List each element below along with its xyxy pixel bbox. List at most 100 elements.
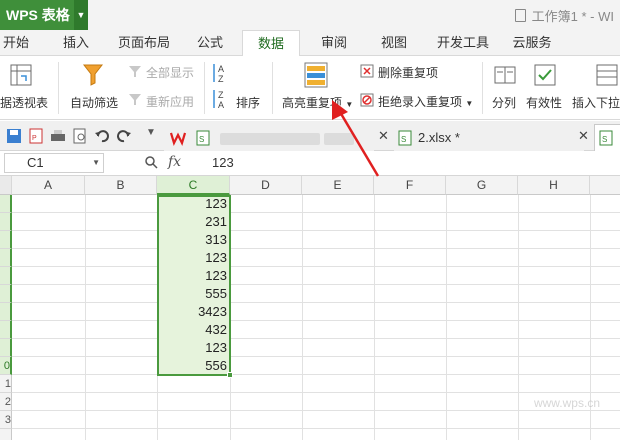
column-header-c[interactable]: C [157, 176, 230, 195]
save-icon[interactable] [6, 128, 22, 144]
row-header[interactable] [0, 285, 12, 303]
redo-icon[interactable] [116, 128, 132, 144]
undo-icon[interactable] [94, 128, 110, 144]
sort-button[interactable]: 排序 [236, 94, 260, 111]
row-header[interactable] [0, 213, 12, 231]
cell-c[interactable]: 123 [158, 195, 230, 213]
app-menu-button[interactable]: WPS 表格 ▼ [0, 0, 88, 30]
split-button[interactable]: 分列 [492, 94, 516, 111]
remove-duplicates-icon [360, 64, 374, 78]
row-header[interactable] [0, 321, 12, 339]
column-header-h[interactable]: H [518, 176, 590, 195]
formula-input[interactable]: 123 [212, 155, 234, 170]
autofilter-button[interactable]: 自动筛选 [70, 94, 118, 111]
print-icon[interactable] [50, 128, 66, 144]
row-header[interactable]: 1 [0, 375, 12, 393]
close-icon[interactable]: ✕ [578, 128, 589, 144]
tab-developer[interactable]: 开发工具 [432, 30, 494, 56]
chevron-down-icon[interactable]: ▼ [74, 0, 88, 30]
window-title-text: 工作簿1 * - WI [531, 9, 614, 24]
svg-text:A: A [218, 64, 224, 74]
doc-tab-workbook1[interactable]: S [164, 124, 374, 151]
fill-handle[interactable] [227, 372, 233, 378]
row-header[interactable]: 0 [0, 357, 12, 375]
doc-tab-2xlsx[interactable]: S 2.xlsx * [394, 124, 584, 151]
pivot-table-icon[interactable] [10, 64, 32, 86]
cell-c[interactable]: 231 [158, 213, 230, 231]
chevron-down-icon: ▼ [345, 100, 354, 109]
highlight-duplicates-button[interactable]: 高亮重复项 ▼ [282, 94, 353, 111]
chevron-down-icon[interactable]: ▼ [92, 154, 100, 172]
row-header[interactable] [0, 303, 12, 321]
close-icon[interactable]: ✕ [378, 128, 389, 144]
split-columns-icon[interactable] [494, 64, 516, 86]
sort-descending-icon[interactable]: Z A [212, 88, 232, 110]
show-all-button[interactable]: 全部显示 [146, 64, 194, 81]
filter-funnel-icon[interactable] [82, 62, 104, 88]
export-pdf-icon[interactable]: P [28, 128, 44, 144]
data-validation-icon[interactable] [534, 64, 556, 86]
doc-tab-label: 2.xlsx * [418, 130, 460, 145]
reapply-button[interactable]: 重新应用 [146, 93, 194, 110]
column-header-e[interactable]: E [302, 176, 374, 195]
highlight-duplicates-icon[interactable] [304, 62, 328, 88]
cell-c[interactable]: 432 [158, 321, 230, 339]
row-header[interactable] [0, 195, 12, 213]
insert-dropdown-button[interactable]: 插入下拉 [572, 94, 620, 111]
zoom-icon[interactable] [144, 155, 158, 169]
row-header[interactable] [0, 429, 12, 440]
tab-start[interactable]: 开始 [0, 30, 34, 56]
reject-duplicates-button[interactable]: 拒绝录入重复项 ▼ [378, 93, 473, 110]
cell-c[interactable]: 313 [158, 231, 230, 249]
tab-formulas[interactable]: 公式 [190, 30, 230, 56]
remove-duplicates-button[interactable]: 删除重复项 [378, 64, 438, 81]
tab-review[interactable]: 审阅 [314, 30, 354, 56]
row-header[interactable] [0, 249, 12, 267]
svg-text:Z: Z [218, 90, 224, 100]
svg-text:S: S [602, 135, 607, 144]
watermark: www.wps.cn [533, 396, 600, 410]
cell-c[interactable]: 123 [158, 339, 230, 357]
row-header[interactable] [0, 267, 12, 285]
pivot-table-button[interactable]: 据透视表 [0, 94, 48, 111]
tab-data[interactable]: 数据 [242, 30, 300, 57]
tab-cloud[interactable]: 云服务 [506, 30, 558, 56]
row-header[interactable] [0, 339, 12, 357]
window-title: 工作簿1 * - WI [514, 6, 614, 25]
row-header[interactable] [0, 231, 12, 249]
cell-c[interactable]: 3423 [158, 303, 230, 321]
cell-c[interactable]: 123 [158, 249, 230, 267]
fx-icon[interactable]: fx [168, 154, 181, 170]
tab-insert[interactable]: 插入 [56, 30, 96, 56]
cell-c[interactable]: 555 [158, 285, 230, 303]
sort-ascending-icon[interactable]: A Z [212, 62, 232, 84]
ribbon-data: 据透视表 自动筛选 全部显示 重新应用 A Z Z A 排序 高亮重复项 ▼ 删 [0, 56, 620, 120]
name-box[interactable]: C1 ▼ [4, 153, 104, 173]
tab-view[interactable]: 视图 [374, 30, 414, 56]
blurred-title [220, 133, 320, 145]
column-header-a[interactable]: A [12, 176, 85, 195]
column-header-i[interactable] [590, 176, 620, 195]
cell-c[interactable]: 123 [158, 267, 230, 285]
column-header-b[interactable]: B [85, 176, 157, 195]
svg-text:A: A [218, 100, 224, 110]
row-header[interactable]: 3 [0, 411, 12, 429]
tab-page-layout[interactable]: 页面布局 [112, 30, 176, 56]
row-header[interactable]: 2 [0, 393, 12, 411]
blurred-title-2 [324, 133, 354, 145]
svg-text:S: S [401, 135, 406, 144]
validity-button[interactable]: 有效性 [526, 94, 562, 111]
app-name: WPS 表格 [6, 7, 70, 23]
reapply-funnel-icon [129, 94, 141, 105]
column-header-g[interactable]: G [446, 176, 518, 195]
column-header-d[interactable]: D [230, 176, 302, 195]
quick-access-bar: P ▼ S ✕ S 2.xlsx * ✕ S [0, 121, 620, 151]
insert-dropdown-icon[interactable] [596, 64, 618, 86]
chevron-down-icon[interactable]: ▼ [146, 127, 156, 138]
select-all-corner[interactable] [0, 176, 12, 195]
print-preview-icon[interactable] [72, 128, 88, 144]
column-header-f[interactable]: F [374, 176, 446, 195]
spreadsheet-grid[interactable]: A B C D E F G H [0, 176, 620, 440]
doc-tab-active[interactable]: S [594, 124, 620, 151]
cell-c[interactable]: 556 [158, 357, 230, 375]
